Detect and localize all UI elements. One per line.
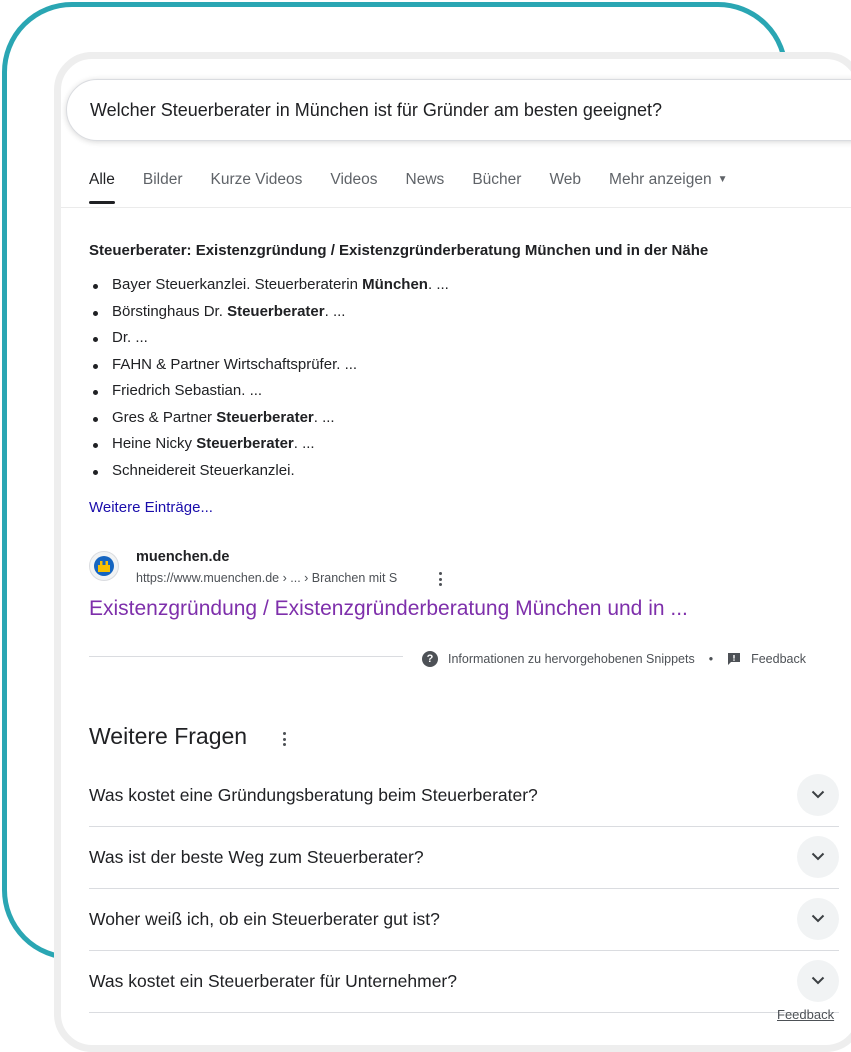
tab-videos[interactable]: Videos xyxy=(330,171,377,211)
tab-bilder[interactable]: Bilder xyxy=(143,171,183,211)
list-item-bold: Steuerberater xyxy=(216,408,314,426)
list-item-bold: Steuerberater xyxy=(196,435,294,452)
snippet-info-link[interactable]: Informationen zu hervorgehobenen Snippet… xyxy=(448,652,695,666)
dropdown-caret-icon: ▼ xyxy=(717,174,728,185)
paa-question-row[interactable]: Was ist der beste Weg zum Steuerberater? xyxy=(89,827,839,889)
paa-list: Was kostet eine Gründungsberatung beim S… xyxy=(89,765,839,1013)
paa-question-text: Was kostet ein Steuerberater für Unterne… xyxy=(89,971,457,991)
tabs-divider xyxy=(61,207,851,208)
list-item-after: . ... xyxy=(427,276,449,293)
list-item: Börstinghaus Dr. Steuerberater. ... xyxy=(89,299,449,326)
paa-title: Weitere Fragen xyxy=(89,723,248,749)
list-item: Gres & Partner Steuerberater. ... xyxy=(89,405,449,432)
search-box[interactable]: Welcher Steuerberater in München ist für… xyxy=(66,79,851,141)
source-site-name[interactable]: muenchen.de xyxy=(136,549,229,565)
list-item-text: Schneidereit Steuerkanzlei. xyxy=(112,461,295,479)
tab-mehr-anzeigen[interactable]: Mehr anzeigen ▼ xyxy=(609,171,727,211)
list-item-bold: Steuerberater xyxy=(227,302,325,320)
list-item: Friedrich Sebastian. ... xyxy=(89,378,449,405)
list-item: Schneidereit Steuerkanzlei. xyxy=(89,458,449,485)
tab-news[interactable]: News xyxy=(406,171,445,211)
chevron-down-icon[interactable] xyxy=(797,898,839,940)
paa-question-text: Was ist der beste Weg zum Steuerberater? xyxy=(89,847,424,867)
list-item-after: . ... xyxy=(324,302,346,320)
snippet-divider xyxy=(89,656,403,657)
paa-question-row[interactable]: Was kostet ein Steuerberater für Unterne… xyxy=(89,951,839,1013)
more-vert-icon[interactable] xyxy=(283,732,287,749)
more-vert-icon[interactable] xyxy=(439,572,443,589)
tab-kurze-videos[interactable]: Kurze Videos xyxy=(211,171,303,211)
paa-feedback-link[interactable]: Feedback xyxy=(777,1007,834,1022)
chevron-down-icon[interactable] xyxy=(797,774,839,816)
list-item: Dr. ... xyxy=(89,325,449,352)
tab-web[interactable]: Web xyxy=(549,171,581,211)
chevron-down-icon[interactable] xyxy=(797,960,839,1002)
result-title-link[interactable]: Existenzgründung / Existenzgründerberatu… xyxy=(89,597,688,621)
tab-alle[interactable]: Alle xyxy=(89,171,115,211)
list-item-after: . ... xyxy=(293,435,315,452)
search-results-card: Welcher Steuerberater in München ist für… xyxy=(54,52,851,1052)
snippet-info-bar: ? Informationen zu hervorgehobenen Snipp… xyxy=(422,651,806,667)
list-item-text: FAHN & Partner Wirtschaftsprüfer. ... xyxy=(112,355,358,373)
list-item-text: Bayer Steuerkanzlei. Steuerberaterin xyxy=(112,276,363,293)
search-tabs: Alle Bilder Kurze Videos Videos News Büc… xyxy=(89,171,755,211)
snippet-list: Bayer Steuerkanzlei. Steuerberaterin Mün… xyxy=(89,272,449,484)
list-item: Heine Nicky Steuerberater. ... xyxy=(89,431,449,458)
paa-question-text: Woher weiß ich, ob ein Steuerberater gut… xyxy=(89,909,440,929)
feedback-flag-icon[interactable] xyxy=(727,652,741,666)
snippet-heading: Steuerberater: Existenzgründung / Existe… xyxy=(89,242,709,259)
list-item: Bayer Steuerkanzlei. Steuerberaterin Mün… xyxy=(89,272,449,299)
list-item-text: Friedrich Sebastian. ... xyxy=(112,382,263,399)
list-item-text: Börstinghaus Dr. xyxy=(112,302,228,320)
tab-mehr-anzeigen-label: Mehr anzeigen xyxy=(609,171,712,188)
list-item-text: Dr. ... xyxy=(112,329,148,346)
paa-question-text: Was kostet eine Gründungsberatung beim S… xyxy=(89,785,538,805)
list-item: FAHN & Partner Wirtschaftsprüfer. ... xyxy=(89,352,449,379)
list-item-text: Heine Nicky xyxy=(112,435,197,452)
list-item-after: . ... xyxy=(313,408,335,426)
tab-buecher[interactable]: Bücher xyxy=(472,171,521,211)
search-query[interactable]: Welcher Steuerberater in München ist für… xyxy=(90,100,662,121)
list-item-bold: München xyxy=(362,276,428,293)
more-entries-link[interactable]: Weitere Einträge... xyxy=(89,499,213,516)
paa-question-row[interactable]: Was kostet eine Gründungsberatung beim S… xyxy=(89,765,839,827)
chevron-down-icon[interactable] xyxy=(797,836,839,878)
paa-question-row[interactable]: Woher weiß ich, ob ein Steuerberater gut… xyxy=(89,889,839,951)
question-circle-icon[interactable]: ? xyxy=(422,651,438,667)
source-url[interactable]: https://www.muenchen.de › ... › Branchen… xyxy=(136,571,397,585)
list-item-text: Gres & Partner xyxy=(112,408,217,426)
separator-dot: • xyxy=(708,652,714,666)
snippet-feedback-link[interactable]: Feedback xyxy=(751,652,806,666)
site-favicon-icon[interactable] xyxy=(89,551,119,581)
